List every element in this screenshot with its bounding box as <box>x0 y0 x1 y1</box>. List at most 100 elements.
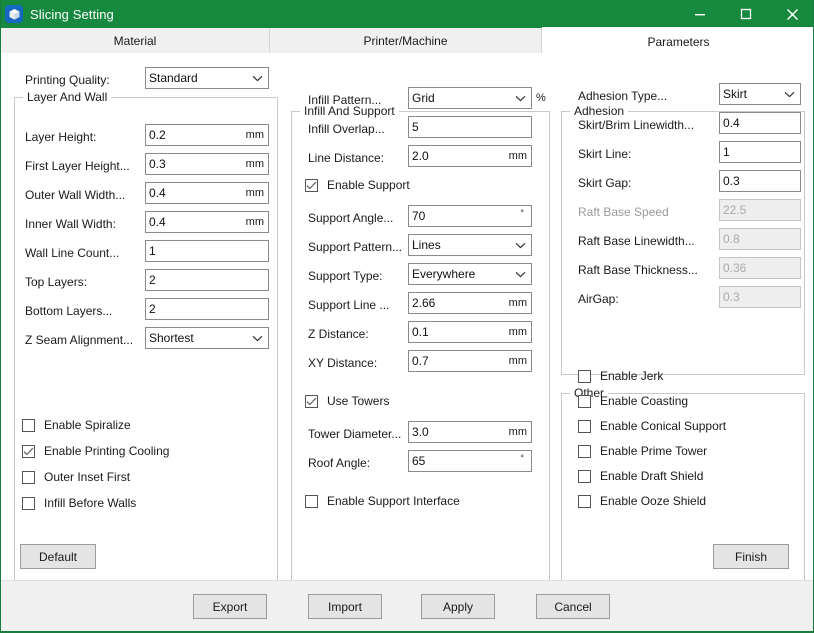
line-distance-row: Line Distance: <box>308 147 403 169</box>
checkbox-box <box>22 470 35 484</box>
z-distance-row: Z Distance: <box>308 323 403 345</box>
support-angle-input[interactable]: 70 ° <box>408 205 532 227</box>
airgap-input: 0.3 <box>719 286 801 308</box>
xy-distance-label: XY Distance: <box>308 356 378 370</box>
support-type-combo[interactable]: Everywhere <box>408 263 532 285</box>
unit-mm: mm <box>245 158 264 170</box>
apply-button[interactable]: Apply <box>421 594 495 619</box>
checkbox-box <box>578 369 591 383</box>
tab-printer-machine[interactable]: Printer/Machine <box>270 28 542 53</box>
tab-label: Parameters <box>647 35 710 49</box>
roof-angle-input[interactable]: 65 ° <box>408 450 532 472</box>
skirt-line-input[interactable]: 1 <box>719 141 801 163</box>
checkbox-enable-support[interactable]: Enable Support <box>305 175 410 195</box>
outer-wall-width-label: Outer Wall Width... <box>25 188 126 202</box>
support-pattern-combo[interactable]: Lines <box>408 234 532 256</box>
support-line-input[interactable]: 2.66 mm <box>408 292 532 314</box>
adhesion-type-label: Adhesion Type... <box>578 89 668 103</box>
outer-wall-width-input[interactable]: 0.4 mm <box>145 182 269 204</box>
close-icon[interactable] <box>769 0 813 28</box>
checkbox-box <box>305 178 318 192</box>
tab-material[interactable]: Material <box>1 28 270 53</box>
unit-mm: mm <box>245 187 264 199</box>
raft-base-thickness-input: 0.36 <box>719 257 801 279</box>
apply-button-label: Apply <box>442 599 474 614</box>
xy-distance-input[interactable]: 0.7 mm <box>408 350 532 372</box>
first-layer-height-row: First Layer Height... <box>25 155 140 177</box>
checkbox-label: Enable Support Interface <box>327 494 460 508</box>
cancel-button[interactable]: Cancel <box>536 594 610 619</box>
wall-line-count-input[interactable]: 1 <box>145 240 269 262</box>
slicing-setting-window: Slicing Setting Material Printer/Machine… <box>0 0 814 633</box>
unit-mm: mm <box>508 150 527 162</box>
checkbox-use-towers[interactable]: Use Towers <box>305 391 389 411</box>
first-layer-height-label: First Layer Height... <box>25 159 130 173</box>
first-layer-height-input[interactable]: 0.3 mm <box>145 153 269 175</box>
checkbox-enable-draft-shield[interactable]: Enable Draft Shield <box>578 466 703 486</box>
top-layers-row: Top Layers: <box>25 271 140 293</box>
default-button[interactable]: Default <box>20 544 96 569</box>
checkbox-enable-jerk[interactable]: Enable Jerk <box>578 366 663 386</box>
checkbox-outer-inset-first[interactable]: Outer Inset First <box>22 467 130 487</box>
printing-quality-combo[interactable]: Standard <box>145 67 269 89</box>
wall-line-count-label: Wall Line Count... <box>25 246 120 260</box>
maximize-icon[interactable] <box>723 0 769 28</box>
skirt-brim-linewidth-input[interactable]: 0.4 <box>719 112 801 134</box>
checkbox-enable-support-interface[interactable]: Enable Support Interface <box>305 491 460 511</box>
raft-base-thickness-row: Raft Base Thickness... <box>578 259 718 281</box>
checkbox-enable-spiralize[interactable]: Enable Spiralize <box>22 415 131 435</box>
export-button[interactable]: Export <box>193 594 267 619</box>
default-button-label: Default <box>38 549 78 564</box>
checkbox-enable-printing-cooling[interactable]: Enable Printing Cooling <box>22 441 169 461</box>
infill-pattern-label: Infill Pattern... <box>308 93 382 107</box>
skirt-brim-linewidth-value: 0.4 <box>723 116 740 130</box>
layer-height-input[interactable]: 0.2 mm <box>145 124 269 146</box>
window-controls <box>677 0 813 28</box>
inner-wall-width-input[interactable]: 0.4 mm <box>145 211 269 233</box>
infill-overlap-input[interactable]: 5 <box>408 116 532 138</box>
support-type-value: Everywhere <box>412 267 476 281</box>
checkbox-label: Enable Jerk <box>600 369 664 383</box>
z-seam-alignment-value: Shortest <box>149 331 194 345</box>
infill-overlap-value: 5 <box>412 120 419 134</box>
z-seam-alignment-combo[interactable]: Shortest <box>145 327 269 349</box>
infill-pattern-row: Infill Pattern... <box>308 89 403 111</box>
top-layers-input[interactable]: 2 <box>145 269 269 291</box>
z-distance-label: Z Distance: <box>308 327 369 341</box>
tower-diameter-input[interactable]: 3.0 mm <box>408 421 532 443</box>
skirt-gap-input[interactable]: 0.3 <box>719 170 801 192</box>
adhesion-type-combo[interactable]: Skirt <box>719 83 801 105</box>
minimize-icon[interactable] <box>677 0 723 28</box>
chevron-down-icon <box>249 68 265 88</box>
infill-pattern-combo[interactable]: Grid <box>408 87 532 109</box>
checkbox-enable-ooze-shield[interactable]: Enable Ooze Shield <box>578 491 706 511</box>
z-distance-input[interactable]: 0.1 mm <box>408 321 532 343</box>
checkbox-label: Enable Ooze Shield <box>600 494 707 508</box>
checkbox-infill-before-walls[interactable]: Infill Before Walls <box>22 493 136 513</box>
support-pattern-value: Lines <box>412 238 441 252</box>
skirt-brim-linewidth-row: Skirt/Brim Linewidth... <box>578 114 718 136</box>
checkbox-enable-prime-tower[interactable]: Enable Prime Tower <box>578 441 707 461</box>
checkbox-label: Enable Coasting <box>600 394 689 408</box>
bottom-layers-value: 2 <box>149 302 156 316</box>
title-bar: Slicing Setting <box>1 0 813 28</box>
adhesion-type-row: Adhesion Type... <box>578 85 713 107</box>
bottom-layers-input[interactable]: 2 <box>145 298 269 320</box>
checkbox-enable-coasting[interactable]: Enable Coasting <box>578 391 688 411</box>
checkbox-box <box>578 419 591 433</box>
top-layers-value: 2 <box>149 273 156 287</box>
tab-label: Printer/Machine <box>363 33 448 48</box>
line-distance-input[interactable]: 2.0 mm <box>408 145 532 167</box>
import-button[interactable]: Import <box>308 594 382 619</box>
tab-strip: Material Printer/Machine Parameters <box>1 27 813 53</box>
support-pattern-row: Support Pattern... <box>308 236 403 258</box>
support-line-row: Support Line ... <box>308 294 403 316</box>
top-layers-label: Top Layers: <box>25 275 88 289</box>
checkbox-box <box>22 496 35 510</box>
tab-parameters[interactable]: Parameters <box>542 27 813 53</box>
checkbox-enable-conical-support[interactable]: Enable Conical Support <box>578 416 726 436</box>
raft-base-linewidth-label: Raft Base Linewidth... <box>578 234 695 248</box>
unit-degree: ° <box>520 453 524 463</box>
finish-button[interactable]: Finish <box>713 544 789 569</box>
support-pattern-label: Support Pattern... <box>308 240 403 254</box>
